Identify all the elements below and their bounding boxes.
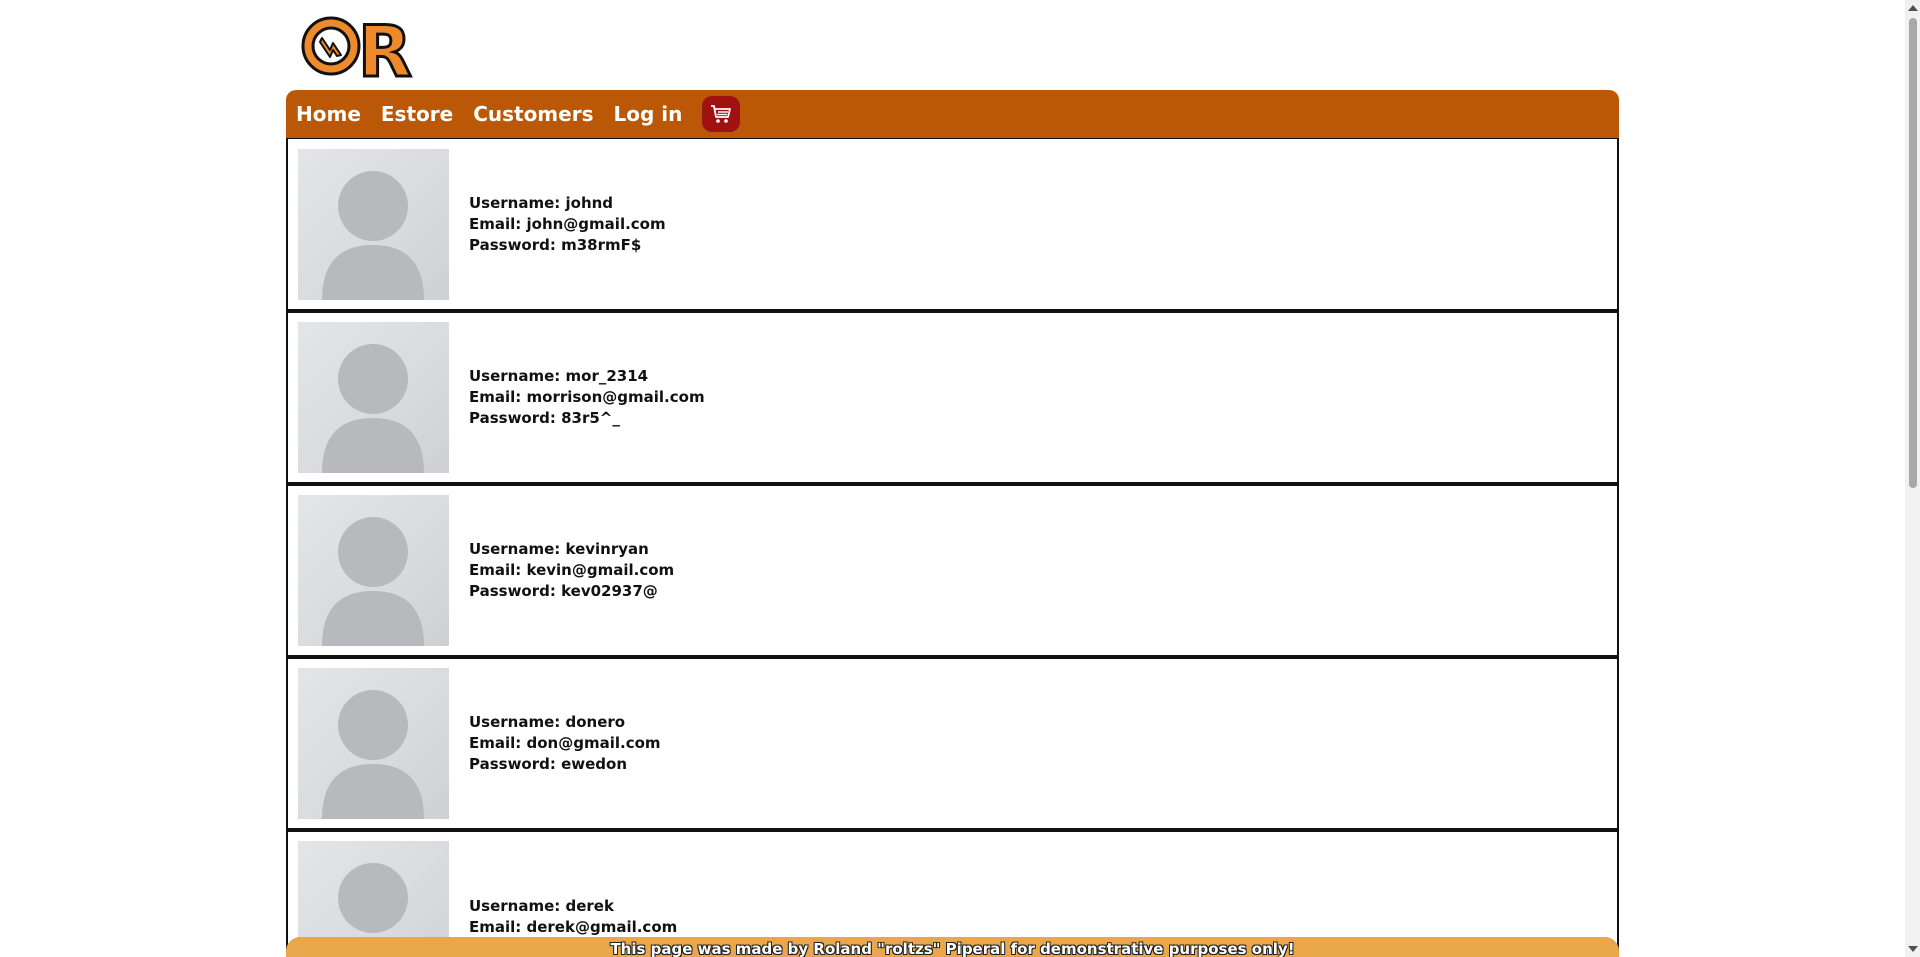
avatar [298,322,449,473]
nav-estore[interactable]: Estore [381,102,453,126]
customer-card: Username: kevinryan Email: kevin@gmail.c… [286,483,1619,657]
customer-info: Username: kevinryan Email: kevin@gmail.c… [469,539,674,602]
user-silhouette-icon [322,344,424,473]
cart-icon [711,105,732,123]
customer-email: Email: kevin@gmail.com [469,561,675,579]
customer-info: Username: derek Email: derek@gmail.com [469,896,677,938]
nav-home[interactable]: Home [296,102,361,126]
customer-password: Password: m38rmF$ [469,235,642,254]
customer-username: Username: mor_2314 [469,367,649,385]
logo-letter: R [358,12,412,80]
logo[interactable]: R [300,12,426,80]
user-silhouette-icon [322,690,424,819]
customer-email: Email: don@gmail.com [469,734,661,752]
scrollbar-thumb[interactable] [1909,18,1917,488]
nav-customers[interactable]: Customers [473,102,593,126]
avatar [298,495,449,646]
customer-card: Username: mor_2314 Email: morrison@gmail… [286,310,1619,484]
customer-password: Password: kev02937@ [469,582,658,600]
customer-list: Username: johnd Email: john@gmail.com Pa… [286,138,1619,957]
footer-banner: This page was made by Roland "roltzs" Pi… [286,937,1619,957]
user-silhouette-icon [322,517,424,646]
vertical-scrollbar[interactable] [1905,0,1920,957]
customer-username: Username: johnd [469,193,614,212]
cart-button[interactable] [702,96,741,132]
customer-password: Password: ewedon [469,755,628,773]
customer-card: Username: johnd Email: john@gmail.com Pa… [286,138,1619,311]
customer-email: Email: morrison@gmail.com [469,388,705,406]
avatar [298,148,449,300]
customer-username: Username: kevinryan [469,540,649,558]
user-silhouette-icon [322,170,424,300]
customer-email: Email: derek@gmail.com [469,917,678,936]
customer-info: Username: donero Email: don@gmail.com Pa… [469,712,661,775]
customer-info: Username: mor_2314 Email: morrison@gmail… [469,366,705,429]
main-nav: Home Estore Customers Log in [286,90,1619,138]
customer-card: Username: donero Email: don@gmail.com Pa… [286,656,1619,830]
customer-email: Email: john@gmail.com [469,214,666,233]
customer-username: Username: derek [469,896,614,915]
customer-info: Username: johnd Email: john@gmail.com Pa… [469,193,666,256]
scroll-up-arrow-icon[interactable] [1908,5,1918,11]
avatar [298,668,449,819]
scroll-down-arrow-icon[interactable] [1908,946,1918,952]
customer-password: Password: 83r5^_ [469,409,620,427]
page: R Home Estore Customers Log in Username:… [0,0,1920,957]
nav-login[interactable]: Log in [613,102,682,126]
customer-username: Username: donero [469,713,626,731]
footer-text: This page was made by Roland "roltzs" Pi… [610,940,1295,957]
